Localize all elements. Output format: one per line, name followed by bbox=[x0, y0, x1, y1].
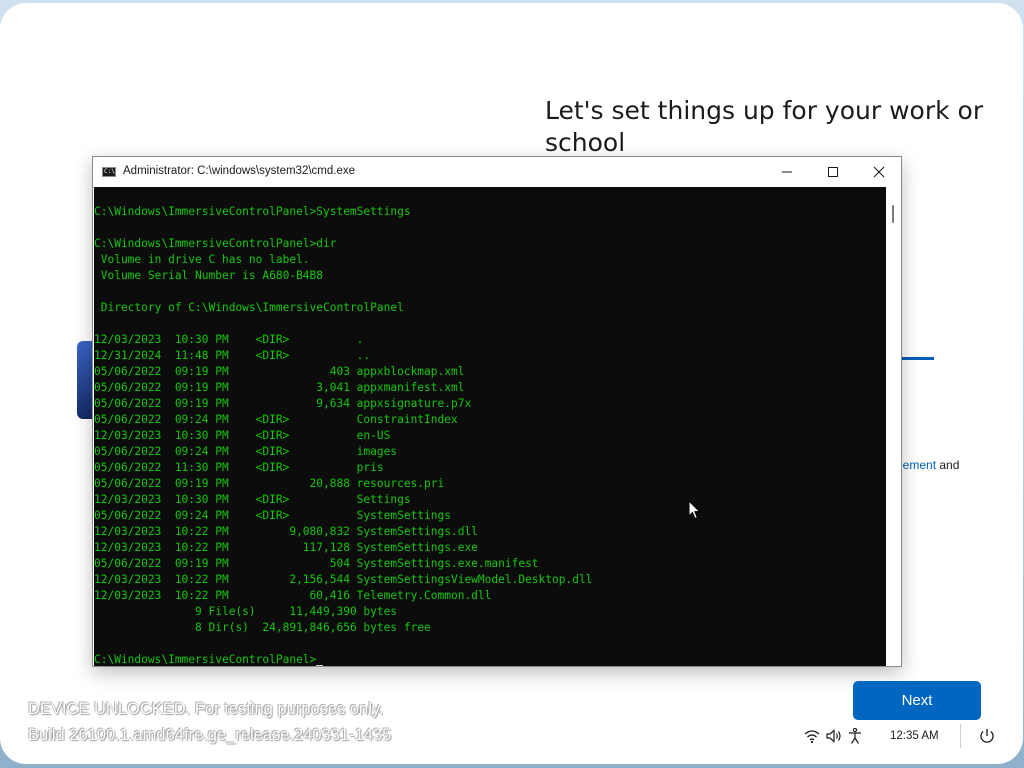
console-line: 05/06/2022 09:19 PM 504 SystemSettings.e… bbox=[94, 557, 539, 570]
console-line: 12/03/2023 10:30 PM <DIR> . bbox=[94, 333, 364, 346]
console-line: 05/06/2022 09:24 PM <DIR> images bbox=[94, 445, 398, 458]
console-line: 05/06/2022 09:19 PM 3,041 appxmanifest.x… bbox=[94, 381, 465, 394]
power-icon[interactable] bbox=[978, 727, 996, 745]
cmd-titlebar[interactable]: C:\ Administrator: C:\windows\system32\c… bbox=[93, 157, 901, 187]
minimize-icon bbox=[782, 171, 792, 173]
console-line: 05/06/2022 09:24 PM <DIR> ConstraintInde… bbox=[94, 413, 458, 426]
text-cursor bbox=[316, 665, 323, 666]
cmd-window-title: Administrator: C:\windows\system32\cmd.e… bbox=[123, 165, 355, 177]
minimize-button[interactable] bbox=[764, 157, 810, 187]
console-line: 05/06/2022 09:19 PM 9,634 appxsignature.… bbox=[94, 397, 472, 410]
console-line: Volume in drive C has no label. bbox=[94, 253, 310, 266]
console-line: C:\Windows\ImmersiveControlPanel> bbox=[94, 653, 317, 666]
console-line: 05/06/2022 09:19 PM 403 appxblockmap.xml bbox=[94, 365, 465, 378]
accessibility-icon[interactable] bbox=[846, 727, 864, 745]
console-line: Volume Serial Number is A680-B4B8 bbox=[94, 269, 324, 282]
console-line: 12/03/2023 10:22 PM 9,080,832 SystemSett… bbox=[94, 525, 478, 538]
console-line: 05/06/2022 09:24 PM <DIR> SystemSettings bbox=[94, 509, 451, 522]
console-line: 12/03/2023 10:22 PM 117,128 SystemSettin… bbox=[94, 541, 478, 554]
cmd-app-icon: C:\ bbox=[102, 167, 116, 177]
close-button[interactable] bbox=[856, 157, 902, 187]
console-line: 12/03/2023 10:22 PM 60,416 Telemetry.Com… bbox=[94, 589, 492, 602]
console-line: 05/06/2022 11:30 PM <DIR> pris bbox=[94, 461, 384, 474]
console-line: 12/03/2023 10:30 PM <DIR> en-US bbox=[94, 429, 391, 442]
tray-separator bbox=[960, 724, 961, 748]
system-clock[interactable]: 12:35 AM bbox=[890, 730, 939, 742]
maximize-icon bbox=[828, 167, 838, 177]
wifi-icon[interactable] bbox=[803, 727, 821, 745]
maximize-button[interactable] bbox=[810, 157, 856, 187]
console-line: 12/03/2023 10:30 PM <DIR> Settings bbox=[94, 493, 411, 506]
console-line: 05/06/2022 09:19 PM 20,888 resources.pri bbox=[94, 477, 445, 490]
cmd-scrollbar-thumb[interactable] bbox=[892, 205, 894, 223]
cmd-console-output[interactable]: C:\Windows\ImmersiveControlPanel>SystemS… bbox=[94, 187, 886, 666]
console-line: C:\Windows\ImmersiveControlPanel>SystemS… bbox=[94, 205, 411, 218]
oobe-title: Let's set things up for your work or sch… bbox=[545, 96, 984, 157]
selection-underline bbox=[900, 357, 934, 360]
cmd-window[interactable]: C:\ Administrator: C:\windows\system32\c… bbox=[92, 156, 902, 667]
console-line: 12/31/2024 11:48 PM <DIR> .. bbox=[94, 349, 371, 362]
console-line: C:\Windows\ImmersiveControlPanel>dir bbox=[94, 237, 337, 250]
close-icon bbox=[873, 166, 885, 178]
mouse-pointer-icon bbox=[688, 500, 701, 520]
cmd-app-icon-text: C:\ bbox=[104, 168, 115, 175]
agreement-text-fragment: eement and bbox=[896, 458, 959, 472]
agreement-and: and bbox=[936, 458, 960, 472]
volume-icon[interactable] bbox=[825, 727, 843, 745]
watermark-line-2: Build 26100.1.amd64fre.ge_release.240331… bbox=[28, 726, 392, 744]
watermark-line-1: DEVICE UNLOCKED. For testing purposes on… bbox=[28, 700, 384, 718]
cmd-scrollbar[interactable] bbox=[886, 187, 900, 666]
console-line: 9 File(s) 11,449,390 bytes bbox=[94, 605, 398, 618]
console-line: 12/03/2023 10:22 PM 2,156,544 SystemSett… bbox=[94, 573, 593, 586]
console-line: Directory of C:\Windows\ImmersiveControl… bbox=[94, 301, 404, 314]
agreement-link[interactable]: eement bbox=[896, 458, 936, 472]
console-line: 8 Dir(s) 24,891,846,656 bytes free bbox=[94, 621, 431, 634]
next-button[interactable]: Next bbox=[853, 681, 981, 720]
